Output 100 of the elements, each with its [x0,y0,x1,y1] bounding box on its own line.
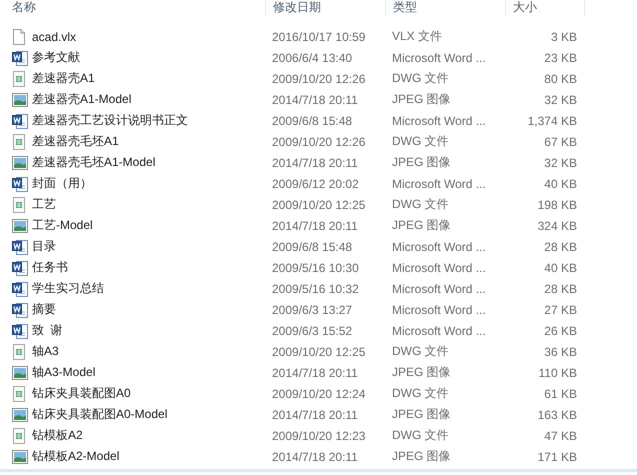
modified-date: 2014/7/18 20:11 [272,218,359,232]
file-type: Microsoft Word ... [392,282,487,296]
word-document-icon [12,322,28,338]
file-name[interactable]: 任务书 [32,259,272,276]
file-name[interactable]: 学生实习总结 [32,280,272,297]
word-document-icon [12,112,28,128]
file-type: JPEG 图像 [392,448,452,465]
word-document-icon [12,50,28,66]
modified-date: 2009/6/8 15:48 [272,114,354,128]
file-type: JPEG 图像 [392,364,452,381]
file-name[interactable]: 钻床夹具装配图A0-Model [32,406,272,423]
column-header[interactable]: 修改日期 [273,0,321,14]
file-type: JPEG 图像 [392,154,452,171]
modified-date: 2009/10/20 12:26 [272,72,366,86]
file-name[interactable]: 钻床夹具装配图A0 [32,385,272,402]
file-name[interactable]: acad.vlx [32,30,272,44]
word-document-icon [12,176,28,192]
file-name[interactable]: 差速器壳工艺设计说明书正文 [32,112,272,129]
image-file-icon [12,92,28,106]
modified-date: 2009/6/3 15:52 [272,324,354,338]
file-size: 324 KB [538,218,577,232]
file-size: 32 KB [544,156,577,170]
file-type: Microsoft Word ... [392,324,487,338]
column-header[interactable]: 大小 [513,0,537,14]
drawing-file-icon [12,196,26,212]
file-type: Microsoft Word ... [392,240,487,254]
modified-date: 2009/10/20 12:24 [272,386,366,400]
file-type: JPEG 图像 [392,91,452,108]
file-size: 28 KB [544,282,577,296]
file-size: 198 KB [538,198,577,212]
file-size: 40 KB [544,260,577,274]
file-type: Microsoft Word ... [392,260,487,274]
file-name[interactable]: 工艺-Model [32,217,272,234]
file-size: 61 KB [544,386,577,400]
file-size: 26 KB [544,324,577,338]
file-name[interactable]: 差速器壳A1 [32,70,272,87]
modified-date: 2014/7/18 20:11 [272,450,359,464]
word-document-icon [12,280,28,296]
modified-date: 2014/7/18 20:11 [272,366,359,380]
drawing-file-icon [12,386,26,402]
file-name[interactable]: 轴A3 [32,343,272,360]
file-size: 28 KB [544,240,577,254]
column-header[interactable]: 类型 [393,0,417,14]
image-file-icon [12,218,28,232]
file-size: 80 KB [544,72,577,86]
file-size: 3 KB [550,30,577,44]
file-name[interactable]: 差速器壳毛坯A1-Model [32,154,272,171]
file-name[interactable]: 轴A3-Model [32,364,272,381]
image-file-icon [12,156,28,170]
file-type: DWG 文件 [392,427,450,444]
file-type: VLX 文件 [392,28,444,45]
modified-date: 2009/10/20 12:25 [272,344,366,358]
file-name[interactable]: 封面（用） [32,175,272,192]
file-size: 171 KB [538,450,577,464]
file-name[interactable]: 致 谢 [32,322,272,339]
file-size: 27 KB [544,302,577,316]
file-name[interactable]: 钻模板A2-Model [32,448,272,465]
file-size: 32 KB [544,92,577,106]
modified-date: 2014/7/18 20:11 [272,92,359,106]
file-name[interactable]: 摘要 [32,301,272,318]
file-type: Microsoft Word ... [392,50,487,64]
file-name[interactable]: 差速器壳毛坯A1 [32,133,272,150]
modified-date: 2009/6/3 13:27 [272,302,354,316]
modified-date: 2009/5/16 10:30 [272,260,360,274]
file-size: 67 KB [544,134,577,148]
word-document-icon [12,238,28,254]
column-header[interactable]: 名称 [12,0,36,14]
file-type: DWG 文件 [392,133,450,150]
drawing-file-icon [12,428,26,444]
modified-date: 2014/7/18 20:11 [272,408,359,422]
modified-date: 2009/10/20 12:23 [272,428,366,442]
file-type: Microsoft Word ... [392,302,487,316]
word-document-icon [12,302,28,318]
file-name[interactable]: 目录 [32,238,272,255]
modified-date: 2016/10/17 10:59 [272,30,366,44]
file-size: 23 KB [544,50,577,64]
blank-file-icon [12,28,26,44]
modified-date: 2009/10/20 12:26 [272,134,366,148]
file-type: JPEG 图像 [392,217,452,234]
file-name[interactable]: 工艺 [32,196,272,213]
file-size: 36 KB [544,344,577,358]
file-type: JPEG 图像 [392,406,452,423]
modified-date: 2006/6/4 13:40 [272,50,354,64]
file-type: DWG 文件 [392,70,450,87]
file-name[interactable]: 钻模板A2 [32,427,272,444]
file-type: DWG 文件 [392,385,450,402]
image-file-icon [12,366,28,380]
file-type: Microsoft Word ... [392,176,487,190]
drawing-file-icon [12,344,26,360]
file-name[interactable]: 参考文献 [32,49,272,66]
modified-date: 2014/7/18 20:11 [272,156,359,170]
file-name[interactable]: 差速器壳A1-Model [32,91,272,108]
file-type: DWG 文件 [392,196,450,213]
modified-date: 2009/10/20 12:25 [272,198,366,212]
image-file-icon [12,408,28,422]
drawing-file-icon [12,70,26,86]
image-file-icon [12,450,28,464]
file-type: DWG 文件 [392,343,450,360]
modified-date: 2009/6/8 15:48 [272,240,354,254]
file-size: 1,374 KB [528,114,577,128]
